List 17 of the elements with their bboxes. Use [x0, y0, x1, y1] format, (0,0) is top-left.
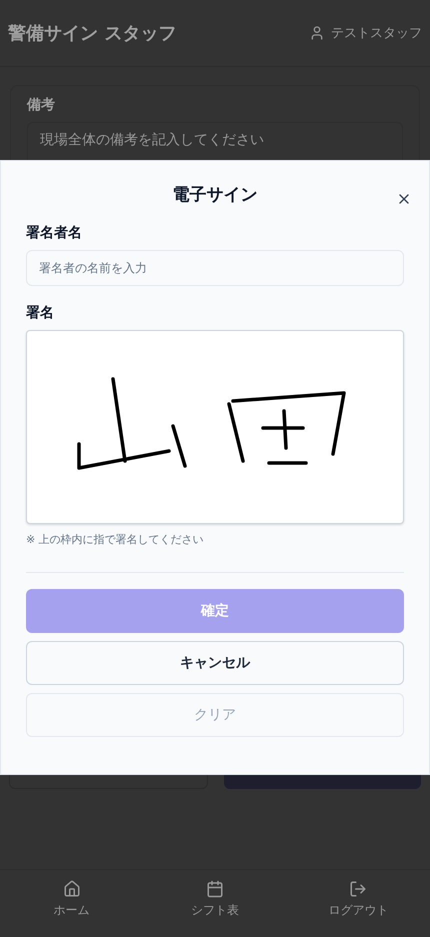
calendar-icon — [206, 880, 224, 898]
nav-item[interactable]: ログアウト — [286, 870, 430, 937]
dialog-button[interactable]: キャンセル — [26, 641, 404, 685]
notes-label: 備考 — [27, 96, 56, 114]
user-name: テストスタッフ — [331, 25, 422, 42]
nav-item[interactable]: シフト表 — [143, 870, 287, 937]
user-icon — [309, 25, 325, 41]
signer-label: 署名者名 — [26, 224, 83, 242]
dialog-title: 電子サイン — [172, 184, 258, 206]
logout-icon — [349, 880, 368, 898]
home-icon — [62, 880, 81, 898]
signer-name-field[interactable]: 署名者の名前を入力 — [26, 250, 404, 286]
signature-pad[interactable] — [26, 330, 404, 524]
nav-item[interactable]: ホーム — [0, 870, 144, 937]
app-title: 警備サイン スタッフ — [8, 22, 176, 45]
signature-hint: ※ 上の枠内に指で署名してください — [26, 532, 205, 547]
signature-label: 署名 — [26, 304, 55, 322]
